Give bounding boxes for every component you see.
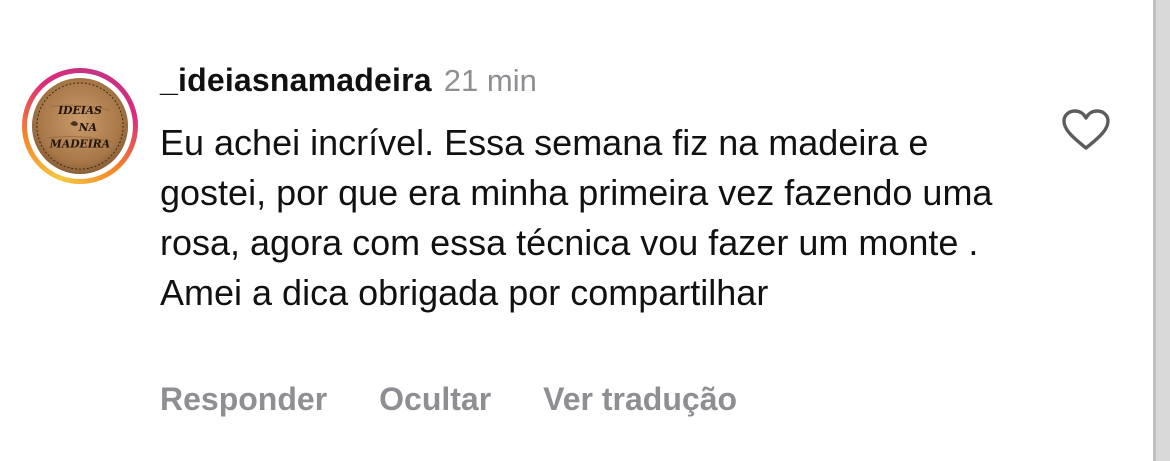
comment-header: _ideiasnamadeira 21 min bbox=[160, 62, 537, 99]
comment-timestamp: 21 min bbox=[443, 63, 537, 98]
avatar-logo-text-1: IDEIAS bbox=[57, 104, 102, 117]
username-link[interactable]: _ideiasnamadeira bbox=[160, 62, 432, 99]
translate-button[interactable]: Ver tradução bbox=[543, 381, 737, 418]
scrollbar-edge bbox=[1153, 0, 1170, 461]
hide-button[interactable]: Ocultar bbox=[379, 381, 491, 418]
comment-actions: Responder Ocultar Ver tradução bbox=[160, 381, 737, 418]
avatar-border: IDEIAS NA MADEIRA bbox=[27, 73, 133, 179]
avatar-logo-text-3: MADEIRA bbox=[49, 138, 110, 151]
like-button[interactable] bbox=[1061, 108, 1111, 152]
heart-outline-icon bbox=[1062, 109, 1110, 150]
avatar[interactable]: IDEIAS NA MADEIRA bbox=[22, 68, 138, 184]
avatar-logo-text-2: NA bbox=[78, 121, 97, 134]
reply-button[interactable]: Responder bbox=[160, 381, 327, 418]
comment-text: Eu achei incrível. Essa semana fiz na ma… bbox=[160, 122, 993, 313]
avatar-logo-image: IDEIAS NA MADEIRA bbox=[31, 77, 129, 175]
